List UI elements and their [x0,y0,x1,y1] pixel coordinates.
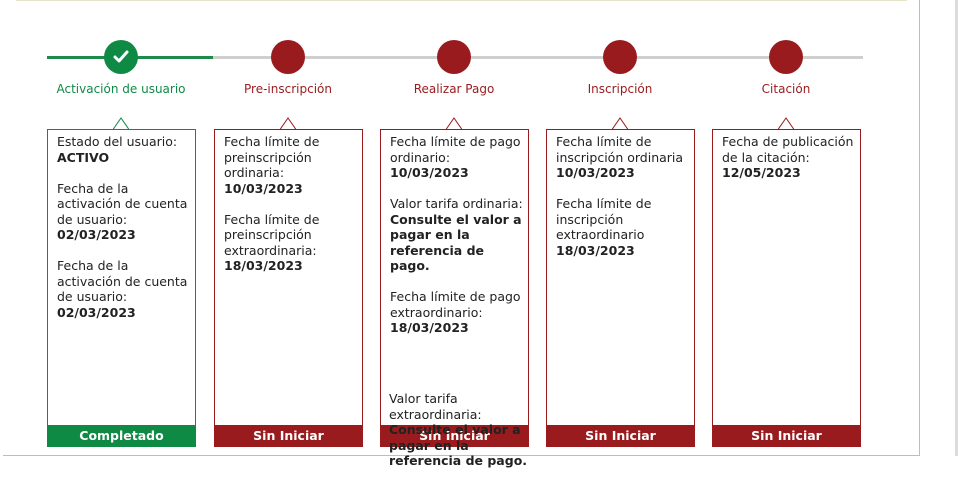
tarifa-ext-value: Consulte el valor a pagar en la referenc… [389,422,528,468]
pago-ord-label: Fecha límite de pago ordinario: [390,134,521,165]
preinscripcion-ext-value: 18/03/2023 [224,258,303,273]
citacion-pub-value: 12/05/2023 [722,165,801,180]
step-circle-inscripcion[interactable] [603,40,637,74]
preinscripcion-ext-label: Fecha límite de preinscripción extraordi… [224,211,320,258]
status-badge-completado: Completado [47,425,196,447]
card-activacion: Estado del usuario: ACTIVO Fecha de la a… [47,129,196,447]
activacion-fecha-value-2: 02/03/2023 [57,304,136,320]
pago-ext-value: 18/03/2023 [390,320,469,335]
status-badge-citacion: Sin Iniciar [712,425,861,447]
inscripcion-ord-label: Fecha límite de inscripción ordinaria [556,134,684,165]
step-label-citacion: Citación [761,82,811,96]
activacion-fecha-label-2: Fecha de la activación de cuenta de usua… [57,258,188,304]
status-badge-inscripcion: Sin Iniciar [546,425,695,447]
preinscripcion-ord-label: Fecha límite de preinscripción ordinaria… [224,134,320,180]
card-inscripcion: Fecha límite de inscripción ordinaria 10… [546,129,695,447]
tarifa-ext-block: Valor tarifa extraordinaria: Consulte el… [389,391,529,469]
inscripcion-ord-value: 10/03/2023 [556,165,635,180]
pago-ext-label: Fecha límite de pago extraordinario: [390,289,521,320]
inscripcion-ext-label: Fecha límite de inscripción extraordinar… [556,196,652,242]
card-preinscripcion: Fecha límite de preinscripción ordinaria… [214,129,363,447]
inscripcion-ext-value: 18/03/2023 [556,242,635,258]
tarifa-ext-label: Valor tarifa extraordinaria: [389,391,482,422]
scrollbar-track[interactable] [955,0,958,456]
step-circle-citacion[interactable] [769,40,803,74]
card-citacion: Fecha de publicación de la citación: 12/… [712,129,861,447]
step-circle-preinscripcion[interactable] [271,40,305,74]
activacion-fecha-label: Fecha de la activación de cuenta de usua… [57,180,188,227]
activacion-fecha-value: 02/03/2023 [57,227,136,242]
step-circle-activacion[interactable] [104,40,138,74]
progress-line-pending [213,56,863,59]
step-label-preinscripcion: Pre-inscripción [244,82,332,96]
estado-value: ACTIVO [57,149,110,165]
estado-label: Estado del usuario: [57,134,178,149]
step-label-activacion: Activación de usuario [56,82,186,96]
preinscripcion-ord-value: 10/03/2023 [224,180,303,196]
citacion-pub-label: Fecha de publicación de la citación: [722,134,854,165]
pago-ord-value: 10/03/2023 [390,165,469,180]
step-label-inscripcion: Inscripción [587,82,653,96]
status-badge-preinscripcion: Sin Iniciar [214,425,363,447]
tarifa-ord-label: Valor tarifa ordinaria: [390,196,523,211]
step-label-pago: Realizar Pago [413,82,495,96]
tarifa-ord-value: Consulte el valor a pagar en la referenc… [390,211,522,274]
step-circle-pago[interactable] [437,40,471,74]
check-icon [113,50,129,63]
